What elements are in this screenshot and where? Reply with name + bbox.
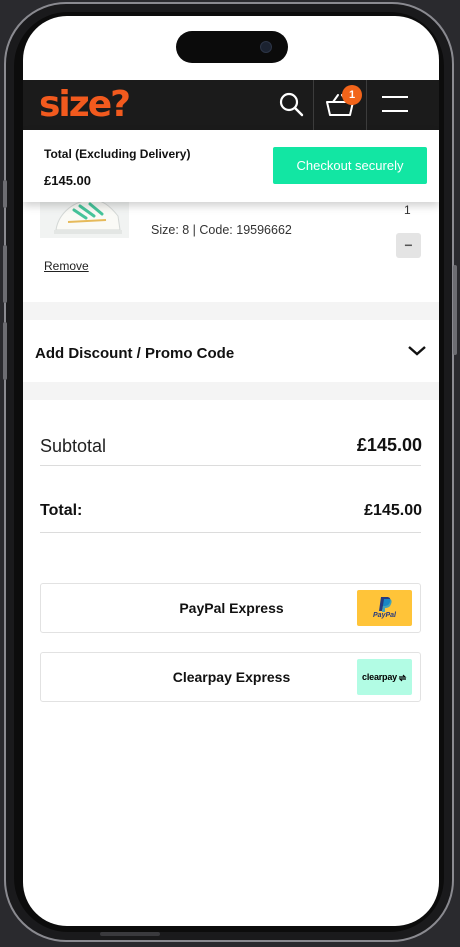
clearpay-arrows-icon [398, 674, 407, 682]
total-excluding-delivery-label: Total (Excluding Delivery) [44, 147, 191, 161]
camera-icon [260, 41, 272, 53]
sticky-order-summary: Total (Excluding Delivery) £145.00 Check… [23, 130, 439, 202]
search-button[interactable] [267, 80, 319, 130]
volume-down-button [3, 322, 7, 380]
subtotal-value: £145.00 [356, 435, 422, 455]
clearpay-logo-text: clearpay [357, 672, 412, 682]
promo-code-toggle[interactable]: Add Discount / Promo Code [23, 320, 439, 382]
menu-button[interactable] [368, 80, 420, 130]
power-button [453, 265, 457, 355]
total-label: Total: [40, 502, 83, 519]
paypal-logo: PayPal [357, 590, 412, 626]
promo-code-label: Add Discount / Promo Code [35, 345, 235, 362]
clearpay-express-button[interactable]: Clearpay Express clearpay [40, 652, 421, 702]
chevron-down-icon [408, 346, 426, 356]
section-divider [23, 302, 439, 320]
action-button [3, 180, 7, 208]
divider [40, 532, 421, 533]
phone-edge-detail [100, 932, 160, 936]
basket-button[interactable]: 1 [313, 80, 367, 130]
site-header: size? 1 [23, 80, 439, 130]
sticky-total-price: £145.00 [44, 173, 91, 188]
item-quantity: 1 [404, 203, 411, 217]
paypal-express-button[interactable]: PayPal Express PayPal [40, 583, 421, 633]
checkout-securely-button[interactable]: Checkout securely [273, 147, 427, 184]
hamburger-menu-icon [382, 96, 408, 112]
remove-item-link[interactable]: Remove [44, 259, 89, 273]
clearpay-logo: clearpay [357, 659, 412, 695]
cart-count-badge: 1 [342, 85, 362, 105]
total-value: £145.00 [364, 502, 422, 519]
section-divider [23, 382, 439, 400]
size-logo[interactable]: size? [39, 84, 131, 126]
item-size-code: Size: 8 | Code: 19596662 [151, 223, 292, 237]
search-icon [279, 92, 304, 117]
decrease-quantity-button[interactable]: − [396, 233, 421, 258]
clearpay-logo-word: clearpay [362, 672, 397, 682]
divider [40, 465, 421, 466]
subtotal-label: Subtotal [40, 436, 107, 456]
dynamic-island [176, 31, 288, 63]
screen: size? 1 Total (Excluding Delivery) £145.… [23, 16, 439, 926]
paypal-logo-text: PayPal [373, 612, 396, 619]
volume-up-button [3, 245, 7, 303]
